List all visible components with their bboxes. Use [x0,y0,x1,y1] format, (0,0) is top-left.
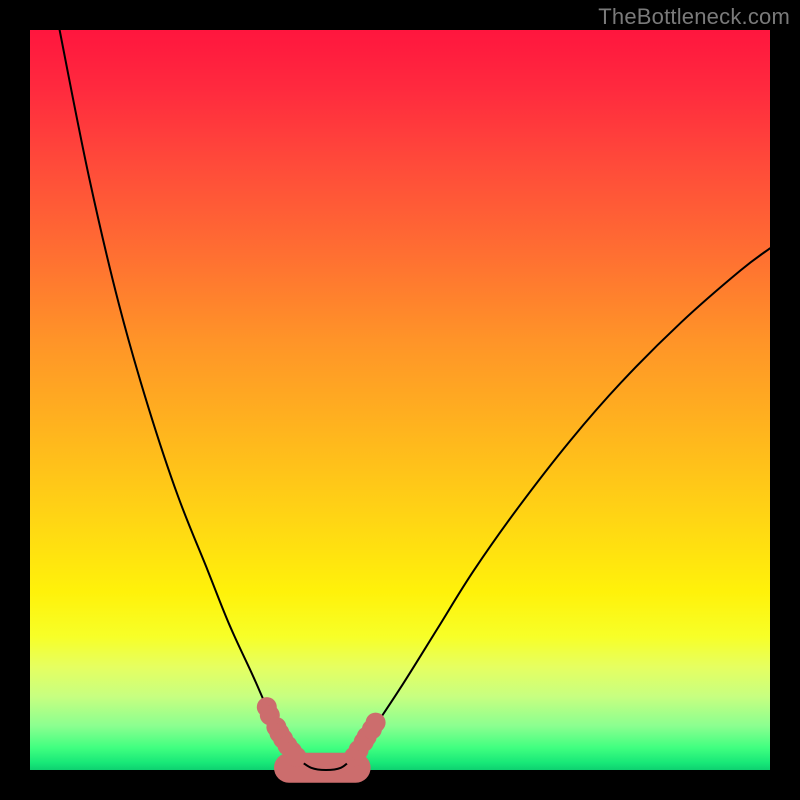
marker-dot [366,713,386,733]
curves-svg [30,30,770,770]
marker-dot [286,747,306,767]
curve-group [60,30,770,770]
watermark-text: TheBottleneck.com [598,4,790,30]
bottleneck-curve [60,30,770,770]
plot-area [30,30,770,770]
chart-frame: TheBottleneck.com [0,0,800,800]
